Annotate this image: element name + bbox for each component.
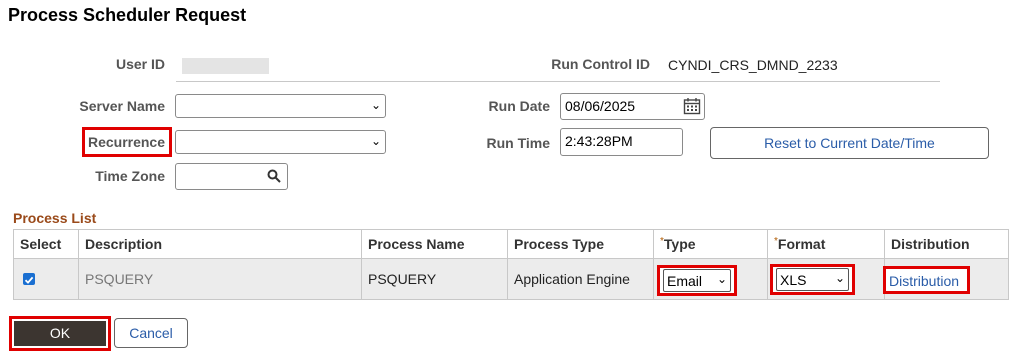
select-checkbox[interactable] <box>23 273 35 285</box>
ok-button[interactable]: OK <box>14 321 106 346</box>
process-list-table: Select Description Process Name Process … <box>13 229 1009 300</box>
column-header-type: *Type <box>653 229 768 259</box>
time-zone-label: Time Zone <box>95 168 165 184</box>
column-header-format: *Format <box>767 229 885 259</box>
column-header-distribution: Distribution <box>884 229 1009 259</box>
run-time-label: Run Time <box>486 135 550 151</box>
column-header-description: Description <box>78 229 362 259</box>
run-date-input[interactable]: 08/06/2025 <box>560 93 705 120</box>
chevron-down-icon: ⌄ <box>370 134 381 148</box>
cancel-button[interactable]: Cancel <box>114 318 188 348</box>
column-header-process-name: Process Name <box>361 229 508 259</box>
page-title: Process Scheduler Request <box>8 5 247 25</box>
calendar-icon[interactable] <box>683 97 701 115</box>
check-icon <box>24 276 34 284</box>
process-type-cell: Application Engine <box>507 258 654 300</box>
run-control-id-value: CYNDI_CRS_DMND_2233 <box>668 57 838 73</box>
search-icon[interactable] <box>267 169 281 183</box>
run-date-value: 08/06/2025 <box>565 98 636 114</box>
chevron-down-icon: ⌄ <box>370 98 381 112</box>
process-name-cell: PSQUERY <box>361 258 508 300</box>
divider <box>176 81 940 82</box>
column-header-process-type: Process Type <box>507 229 654 259</box>
distribution-link[interactable]: Distribution <box>889 273 959 289</box>
distribution-highlight: Distribution <box>883 266 970 294</box>
format-select-value: XLS <box>780 272 807 288</box>
chevron-down-icon: ⌄ <box>716 272 727 286</box>
select-cell <box>13 258 79 300</box>
user-id-value-redacted <box>182 58 269 74</box>
server-name-select[interactable]: ⌄ <box>175 94 386 118</box>
recurrence-label: Recurrence <box>87 134 165 150</box>
server-name-label: Server Name <box>79 98 165 114</box>
reset-to-current-datetime-button[interactable]: Reset to Current Date/Time <box>710 127 989 159</box>
time-zone-input[interactable] <box>175 163 288 190</box>
user-id-label: User ID <box>115 56 165 72</box>
run-control-id-label: Run Control ID <box>551 56 650 72</box>
recurrence-select[interactable]: ⌄ <box>175 130 386 154</box>
description-cell: PSQUERY <box>78 258 362 300</box>
column-header-select: Select <box>13 229 79 259</box>
table-row: PSQUERY PSQUERY Application Engine <box>13 258 1009 300</box>
chevron-down-icon: ⌄ <box>834 271 845 285</box>
ok-highlight: OK <box>9 316 111 351</box>
type-select-value: Email <box>667 273 703 289</box>
run-date-label: Run Date <box>488 98 550 114</box>
format-select[interactable]: XLS ⌄ <box>770 264 855 295</box>
process-list-title: Process List <box>13 210 97 226</box>
run-time-input[interactable]: 2:43:28PM <box>560 128 683 156</box>
type-select[interactable]: Email ⌄ <box>657 265 737 296</box>
